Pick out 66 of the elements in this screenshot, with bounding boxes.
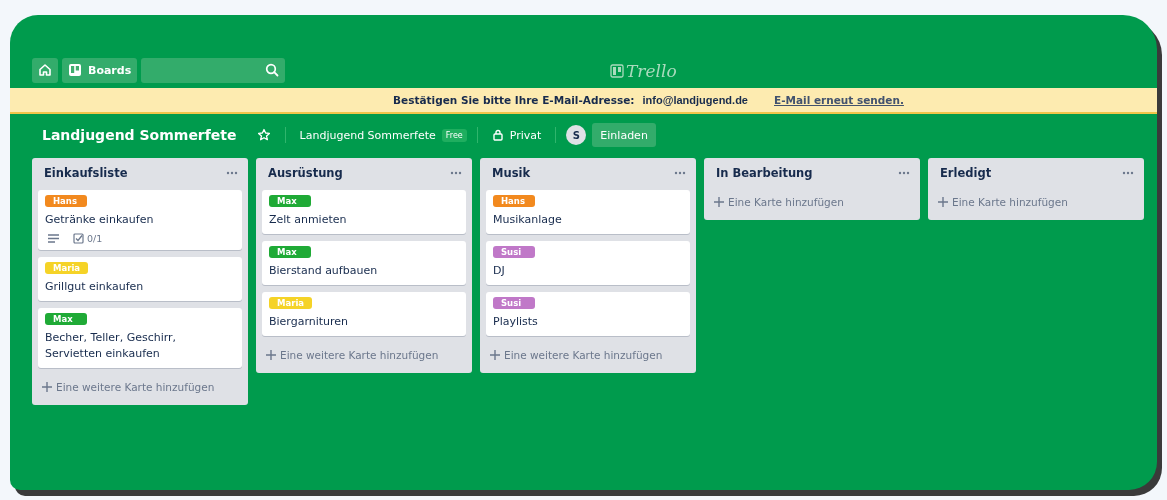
task-card[interactable]: Max Becher, Teller, Geschirr, Servietten einkaufen (38, 308, 242, 368)
logo-text: Trello (626, 61, 677, 81)
checklist-count: 0/1 (87, 233, 103, 244)
team-button[interactable]: Landjugend Sommerfete (295, 124, 440, 146)
plus-icon (490, 350, 500, 360)
plan-badge: Free (441, 128, 467, 142)
lock-icon (491, 129, 504, 141)
search-icon (265, 63, 280, 77)
logo-icon (610, 64, 624, 78)
home-button[interactable] (32, 57, 58, 83)
add-card-button[interactable]: Eine weitere Karte hinzufügen (262, 343, 466, 369)
banner-email: info@landjugend.de (642, 94, 748, 106)
list-title: Einkaufsliste (44, 166, 128, 180)
board-icon (68, 63, 82, 77)
more-icon[interactable] (226, 171, 238, 175)
card-title: Getränke einkaufen (45, 212, 154, 228)
card-title: Grillgut einkaufen (45, 279, 144, 295)
card-title: Becher, Teller, Geschirr, Servietten einkaufen (45, 330, 178, 362)
member-label: Susi (493, 246, 535, 258)
add-card-button[interactable]: Eine weitere Karte hinzufügen (38, 375, 242, 401)
checklist-icon (73, 233, 84, 244)
more-icon[interactable] (1122, 171, 1134, 175)
member-label: Maria (45, 262, 89, 274)
more-icon[interactable] (674, 171, 686, 175)
task-card[interactable]: Susi Playlists (486, 292, 690, 336)
card-title: Playlists (493, 314, 538, 330)
card-title: Bierstand aufbauen (269, 263, 378, 279)
search-field[interactable] (141, 57, 286, 83)
card-title: DJ (493, 263, 505, 279)
more-icon[interactable] (450, 171, 462, 175)
member-avatar[interactable]: S (566, 125, 587, 145)
plus-icon (714, 197, 724, 207)
star-icon (256, 128, 271, 142)
resend-link[interactable]: E-Mail erneut senden. (774, 94, 904, 106)
member-label: Hans (45, 195, 87, 207)
add-card-button[interactable]: Eine Karte hinzufügen (710, 190, 914, 216)
card-title: Zelt anmieten (269, 212, 347, 228)
member-label: Max (269, 195, 311, 207)
task-card[interactable]: Hans Getränke einkaufen 0/1 (38, 190, 242, 250)
list-title: Erledigt (940, 166, 992, 180)
task-card[interactable]: Max Bierstand aufbauen (262, 241, 466, 285)
plus-icon (938, 197, 948, 207)
card-title: Musikanlage (493, 212, 562, 228)
task-card[interactable]: Maria Grillgut einkaufen (38, 257, 242, 301)
member-label: Max (45, 313, 87, 325)
add-card-button[interactable]: Eine Karte hinzufügen (934, 190, 1138, 216)
member-label: Susi (493, 297, 535, 309)
board-title: Landjugend Sommerfete (42, 127, 237, 143)
card-title: Biergarnituren (269, 314, 349, 330)
list-title: Ausrüstung (268, 166, 343, 180)
member-label: Hans (493, 195, 535, 207)
task-card[interactable]: Susi DJ (486, 241, 690, 285)
visibility-button[interactable]: Privat (487, 124, 546, 146)
add-card-button[interactable]: Eine weitere Karte hinzufügen (486, 343, 690, 369)
home-icon (38, 63, 52, 77)
member-label: Max (269, 246, 311, 258)
plus-icon (42, 382, 52, 392)
more-icon[interactable] (898, 171, 910, 175)
task-card[interactable]: Max Zelt anmieten (262, 190, 466, 234)
member-label: Maria (269, 297, 313, 309)
task-card[interactable]: Maria Biergarnituren (262, 292, 466, 336)
list-title: In Bearbeitung (716, 166, 813, 180)
list-title: Musik (492, 166, 531, 180)
plus-icon (266, 350, 276, 360)
banner-message: Bestätigen Sie bitte Ihre E-Mail-Adresse: (393, 94, 635, 106)
task-card[interactable]: Hans Musikanlage (486, 190, 690, 234)
